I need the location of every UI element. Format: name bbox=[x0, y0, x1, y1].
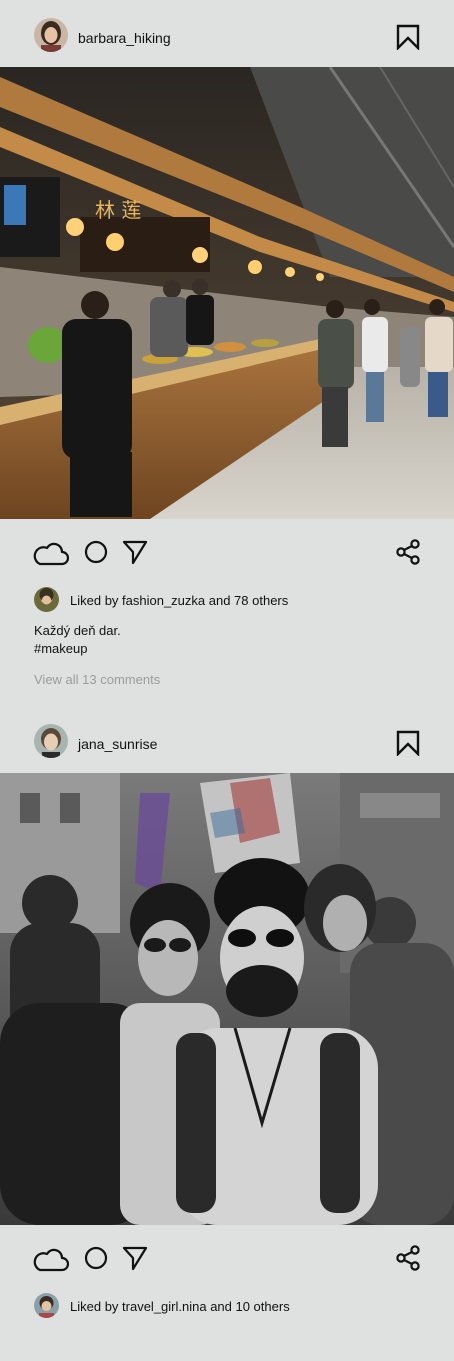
caption-text: Každý deň dar. bbox=[34, 623, 121, 638]
post-header: barbara_hiking bbox=[0, 0, 454, 67]
feed-post: jana_sunrise Liked by travel_girl.nina a… bbox=[0, 706, 454, 1318]
likes-text[interactable]: Liked by fashion_zuzka and 78 others bbox=[70, 593, 288, 608]
street-parade-photo bbox=[0, 773, 454, 1225]
post-username[interactable]: barbara_hiking bbox=[78, 30, 171, 46]
cloud-icon[interactable] bbox=[33, 539, 69, 567]
likes-row: Liked by fashion_zuzka and 78 others bbox=[0, 583, 454, 613]
bookmark-icon[interactable] bbox=[396, 730, 420, 756]
share-icon[interactable] bbox=[395, 1245, 421, 1271]
likes-text[interactable]: Liked by travel_girl.nina and 10 others bbox=[70, 1299, 290, 1314]
comment-circle-icon[interactable] bbox=[83, 539, 109, 565]
send-arrow-icon[interactable] bbox=[122, 539, 148, 565]
post-caption: Každý deň dar. #makeup bbox=[34, 622, 121, 658]
food-court-photo: 林 莲 bbox=[0, 67, 454, 519]
post-header: jana_sunrise bbox=[0, 706, 454, 773]
bookmark-icon[interactable] bbox=[396, 24, 420, 50]
caption-hashtag[interactable]: #makeup bbox=[34, 640, 121, 658]
post-actions bbox=[0, 1225, 454, 1289]
send-arrow-icon[interactable] bbox=[122, 1245, 148, 1271]
avatar[interactable] bbox=[34, 18, 68, 52]
post-actions bbox=[0, 519, 454, 583]
post-image[interactable]: 林 莲 bbox=[0, 67, 454, 519]
feed-post: barbara_hiking 林 莲 Liked by fashion_zuzk… bbox=[0, 0, 454, 687]
comment-circle-icon[interactable] bbox=[83, 1245, 109, 1271]
avatar[interactable] bbox=[34, 1293, 59, 1318]
avatar[interactable] bbox=[34, 724, 68, 758]
cloud-icon[interactable] bbox=[33, 1245, 69, 1273]
likes-row: Liked by travel_girl.nina and 10 others bbox=[0, 1289, 454, 1319]
avatar[interactable] bbox=[34, 587, 59, 612]
post-username[interactable]: jana_sunrise bbox=[78, 736, 157, 752]
svg-text:林 莲: 林 莲 bbox=[95, 198, 141, 222]
share-icon[interactable] bbox=[395, 539, 421, 565]
view-comments-link[interactable]: View all 13 comments bbox=[34, 672, 160, 687]
post-image[interactable] bbox=[0, 773, 454, 1225]
